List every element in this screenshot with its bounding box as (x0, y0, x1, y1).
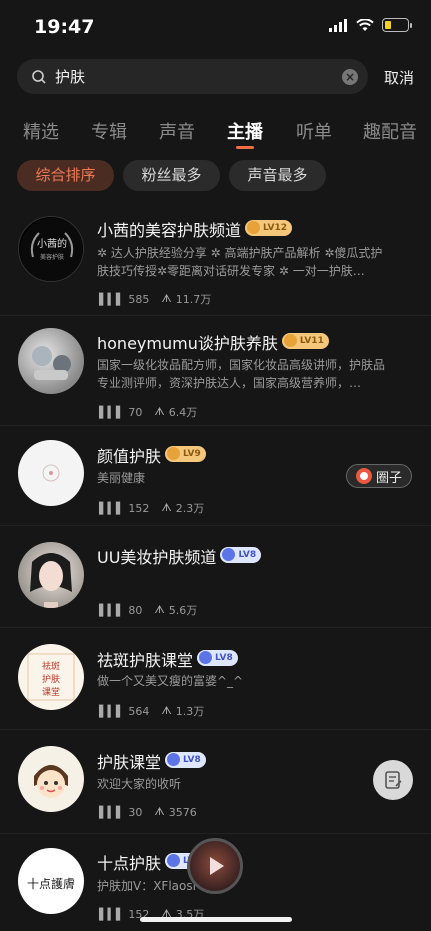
anchor-name[interactable]: UU美妆护肤频道 LV8 (97, 544, 262, 568)
anchor-description: ✲ 达人护肤经验分享 ✲ 高端护肤产品解析 ✲傻瓜式护肤技巧传授✲零距离对话研发… (97, 246, 383, 278)
level-badge: LV11 (281, 332, 329, 349)
cancel-button[interactable]: 取消 (384, 67, 414, 88)
list-item[interactable]: 祛斑 护肤 课堂 祛斑护肤课堂 LV8 做一个又美又瘦的富婆^_^ ▌▍▌ 564 ᗑ 1.… (0, 628, 431, 730)
avatar: 小茜的 美容护肤 (18, 216, 84, 282)
audio-wave-icon: ▌▍▌ (99, 603, 125, 617)
anchor-name[interactable]: honeymumu谈护肤养肤 LV11 (97, 330, 329, 354)
anchor-name[interactable]: 祛斑护肤课堂 LV8 (97, 647, 238, 671)
tab-sounds[interactable]: 声音 (159, 118, 195, 144)
avatar: 十点護膚 (18, 848, 84, 914)
audio-wave-icon: ▌▍▌ (99, 405, 125, 419)
audio-wave-icon: ▌▍▌ (99, 704, 125, 718)
audio-wave-icon: ▌▍▌ (99, 501, 125, 515)
signal-icon (329, 18, 347, 32)
status-time: 19:47 (34, 16, 95, 38)
anchor-description: 国家一级化妆品配方师，国家化妆品高级讲师，护肤品专业测评师，资深护肤达人，国家高… (97, 358, 386, 390)
list-item[interactable]: 护肤课堂 LV8 欢迎大家的收听 ▌▍▌ 30 ᗑ 3576 (0, 730, 431, 834)
circle-icon (355, 468, 372, 484)
anchor-description: 美丽健康 (97, 471, 146, 485)
anchor-name[interactable]: 护肤课堂 LV8 (97, 749, 206, 773)
avatar (18, 542, 84, 608)
tab-dubbing[interactable]: 趣配音 (363, 118, 417, 144)
anchor-stats: ▌▍▌ 152 ᗑ 2.3万 (99, 501, 205, 515)
audio-wave-icon: ▌▍▌ (99, 292, 125, 306)
battery-icon (382, 18, 412, 32)
anchor-stats: ▌▍▌ 70 ᗑ 6.4万 (99, 405, 198, 419)
category-tabs: 精选 专辑 声音 主播 听单 趣配音 (0, 112, 431, 152)
search-icon (32, 69, 46, 84)
anchor-stats: ▌▍▌ 564 ᗑ 1.3万 (99, 704, 205, 718)
level-badge: LV8 (197, 649, 238, 666)
search-bar[interactable]: 护肤 × (17, 59, 368, 94)
list-item[interactable]: UU美妆护肤频道 LV8 ▌▍▌ 80 ᗑ 5.6万 (0, 526, 431, 628)
list-item[interactable]: honeymumu谈护肤养肤 LV11 国家一级化妆品配方师，国家化妆品高级讲师，… (0, 316, 431, 426)
fans-icon: ᗑ (161, 704, 172, 717)
status-bar: 19:47 (0, 0, 431, 52)
active-tab-indicator (236, 146, 254, 149)
tab-anchors[interactable]: 主播 (227, 118, 263, 144)
fans-icon: ᗑ (161, 292, 172, 305)
circle-button[interactable]: 圈子 (346, 464, 412, 488)
anchor-stats: ▌▍▌ 80 ᗑ 5.6万 (99, 603, 198, 617)
anchor-stats: ▌▍▌ 585 ᗑ 11.7万 (99, 292, 212, 306)
fans-icon: ᗑ (154, 603, 165, 616)
search-input[interactable]: 护肤 (55, 66, 342, 87)
fans-icon: ᗑ (161, 501, 172, 514)
home-indicator (140, 917, 292, 922)
svg-text:小茜的: 小茜的 (37, 237, 67, 250)
avatar (18, 440, 84, 506)
level-badge: LV9 (165, 445, 206, 462)
anchor-name[interactable]: 颜值护肤 LV9 (97, 443, 206, 467)
sort-comprehensive[interactable]: 综合排序 (17, 160, 114, 191)
sort-most-sounds[interactable]: 声音最多 (229, 160, 326, 191)
note-icon[interactable] (373, 760, 413, 800)
anchor-description: 做一个又美又瘦的富婆^_^ (97, 674, 244, 688)
fans-icon: ᗑ (154, 805, 165, 818)
svg-text:祛斑: 祛斑 (42, 660, 60, 672)
anchor-description: 欢迎大家的收听 (97, 777, 182, 791)
fans-icon: ᗑ (154, 405, 165, 418)
avatar (18, 328, 84, 394)
list-item[interactable]: 小茜的美容护肤 小茜的美容护肤频道 LV12 ✲ 达人护肤经验分享 ✲ 高端护肤产… (0, 204, 431, 316)
avatar (18, 746, 84, 812)
svg-text:美容护肤: 美容护肤 (40, 253, 64, 261)
mini-player-play-button[interactable] (187, 838, 243, 894)
audio-wave-icon: ▌▍▌ (99, 907, 125, 921)
avatar: 祛斑 护肤 课堂 (18, 644, 84, 710)
svg-text:护肤: 护肤 (42, 673, 60, 685)
wifi-icon (356, 18, 374, 31)
svg-text:课堂: 课堂 (42, 686, 60, 698)
anchor-name[interactable]: 小茜的美容护肤频道 LV12 (97, 217, 293, 241)
anchor-description: 护肤加V：XFlaosi (97, 879, 196, 893)
tab-featured[interactable]: 精选 (23, 118, 59, 144)
level-badge: LV8 (165, 751, 206, 768)
level-badge: LV8 (220, 546, 262, 563)
avatar-text: 十点護膚 (27, 876, 75, 891)
tab-albums[interactable]: 专辑 (91, 118, 127, 144)
audio-wave-icon: ▌▍▌ (99, 805, 125, 819)
clear-search-icon[interactable]: × (342, 68, 358, 85)
sort-most-fans[interactable]: 粉丝最多 (123, 160, 220, 191)
tab-playlists[interactable]: 听单 (296, 118, 332, 144)
anchor-stats: ▌▍▌ 30 ᗑ 3576 (99, 805, 197, 819)
level-badge: LV12 (245, 219, 293, 236)
